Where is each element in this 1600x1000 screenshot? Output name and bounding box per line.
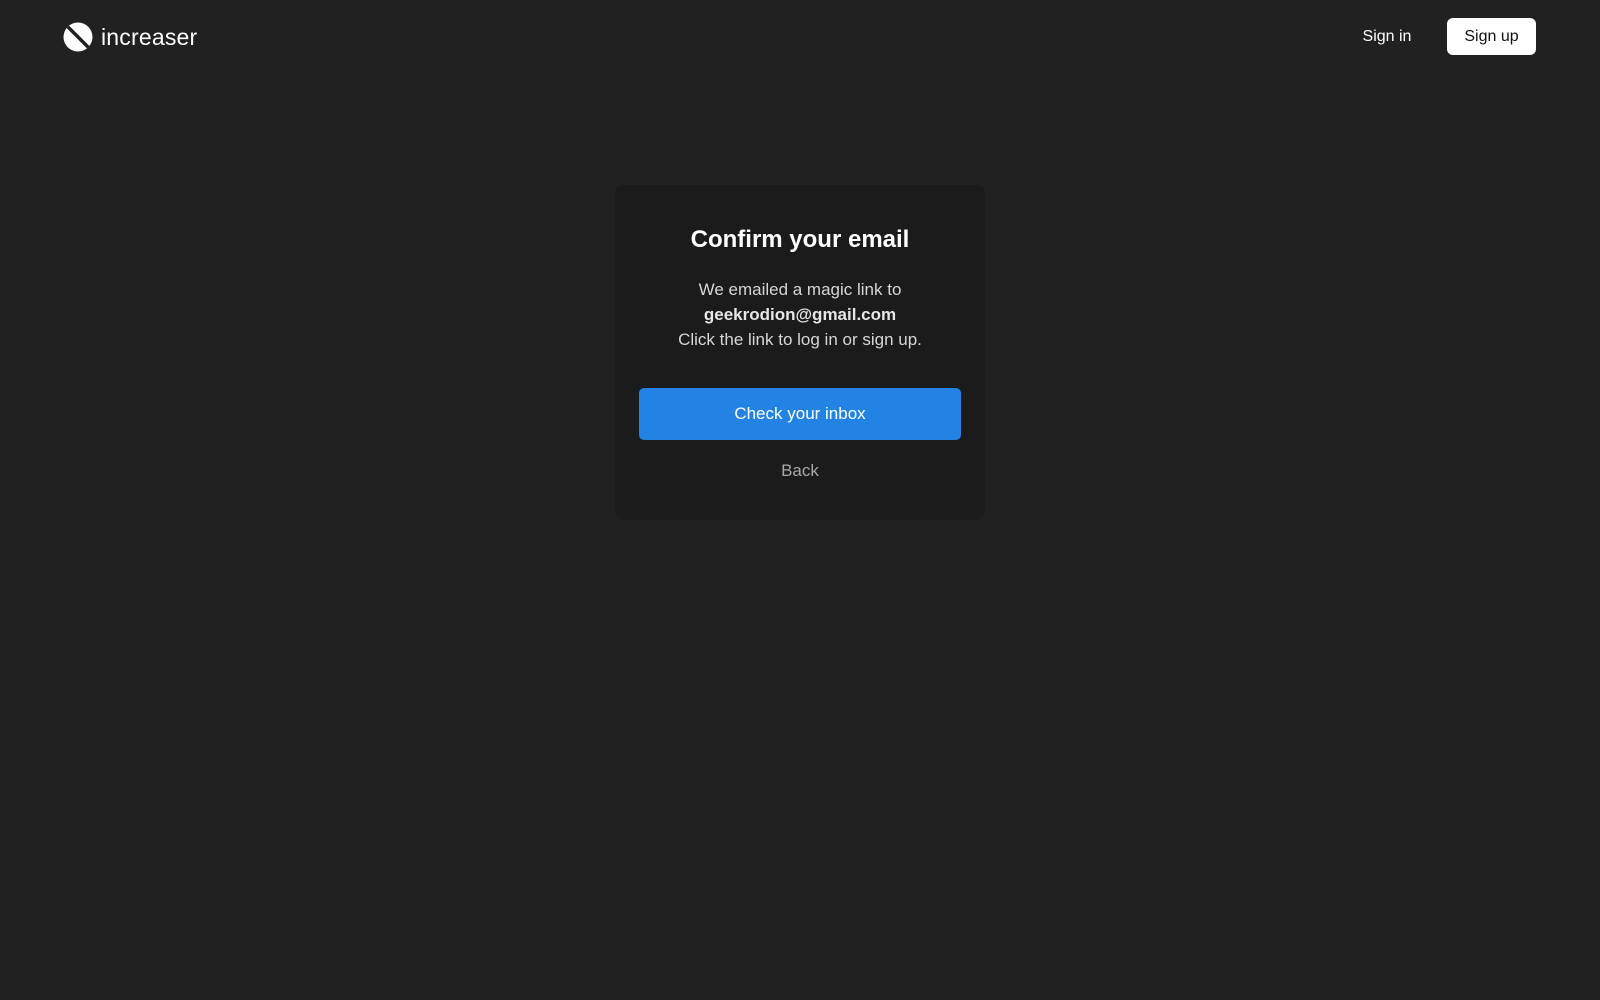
- message-line-1: We emailed a magic link to: [698, 280, 902, 299]
- top-header: increaser Sign in Sign up: [0, 0, 1600, 74]
- sign-in-button[interactable]: Sign in: [1346, 24, 1428, 50]
- message-line-2: Click the link to log in or sign up.: [678, 330, 922, 349]
- sign-up-button[interactable]: Sign up: [1447, 18, 1536, 55]
- increaser-logo-icon: [63, 22, 93, 52]
- check-inbox-button[interactable]: Check your inbox: [639, 388, 961, 440]
- confirmation-message: We emailed a magic link to geekrodion@gm…: [615, 277, 985, 352]
- card-title: Confirm your email: [690, 226, 910, 254]
- confirm-email-card: Confirm your email We emailed a magic li…: [615, 185, 985, 520]
- back-button[interactable]: Back: [615, 459, 985, 483]
- logo-text: increaser: [101, 24, 198, 50]
- email-address: geekrodion@gmail.com: [703, 305, 897, 324]
- logo-link[interactable]: increaser: [63, 21, 197, 53]
